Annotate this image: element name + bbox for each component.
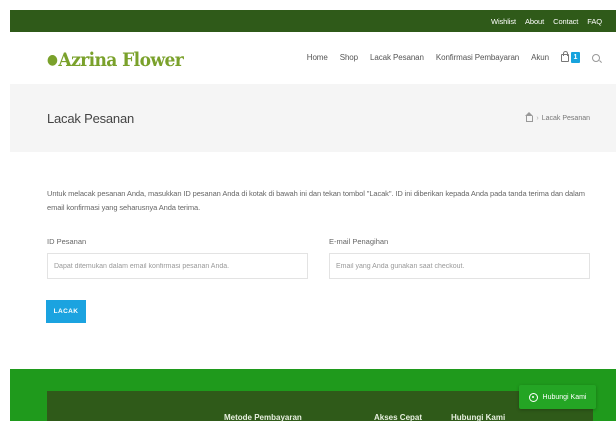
logo-dot-icon: ● — [47, 52, 58, 68]
search-icon[interactable] — [592, 53, 600, 62]
site-header: ●Azrina Flower Home Shop Lacak Pesanan K… — [10, 32, 616, 84]
top-links: Wishlist About Contact FAQ — [491, 10, 602, 32]
main-nav: Home Shop Lacak Pesanan Konfirmasi Pemba… — [307, 50, 600, 63]
nav-shop[interactable]: Shop — [340, 53, 358, 62]
breadcrumb-separator: › — [536, 114, 539, 122]
whatsapp-icon — [528, 392, 538, 402]
cart-button[interactable]: 1 — [561, 50, 580, 63]
intro-text: Untuk melacak pesanan Anda, masukkan ID … — [47, 189, 585, 212]
faq-link[interactable]: FAQ — [587, 17, 602, 26]
nav-lacak-pesanan[interactable]: Lacak Pesanan — [370, 53, 424, 62]
shopping-bag-icon — [561, 50, 569, 62]
nav-konfirmasi-pembayaran[interactable]: Konfirmasi Pembayaran — [436, 53, 519, 62]
nav-home[interactable]: Home — [307, 53, 328, 62]
order-id-label: ID Pesanan — [47, 237, 87, 246]
contact-us-label: Hubungi Kami — [542, 393, 587, 401]
order-id-input[interactable] — [47, 253, 308, 279]
billing-email-input[interactable] — [329, 253, 590, 279]
wishlist-link[interactable]: Wishlist — [491, 17, 516, 26]
top-bar: Wishlist About Contact FAQ — [10, 10, 616, 32]
billing-email-label: E-mail Penagihan — [329, 237, 389, 246]
cart-count-badge: 1 — [571, 52, 580, 63]
about-link[interactable]: About — [525, 17, 544, 26]
order-id-field: ID Pesanan — [47, 237, 308, 279]
nav-akun[interactable]: Akun — [531, 53, 549, 62]
contact-link[interactable]: Contact — [553, 17, 578, 26]
home-icon[interactable] — [525, 112, 534, 122]
breadcrumb: › Lacak Pesanan — [525, 112, 590, 122]
footer-panel: Metode Pembayaran Akses Cepat Hubungi Ka… — [47, 391, 593, 422]
page-title-band: Lacak Pesanan › Lacak Pesanan — [10, 84, 616, 152]
track-button[interactable]: LACAK — [46, 300, 86, 323]
site-logo[interactable]: ●Azrina Flower — [47, 49, 184, 71]
logo-text: Azrina Flower — [58, 49, 184, 71]
breadcrumb-current: Lacak Pesanan — [541, 114, 590, 122]
page-title: Lacak Pesanan — [47, 111, 135, 126]
billing-email-field: E-mail Penagihan — [329, 237, 590, 279]
contact-us-button[interactable]: Hubungi Kami — [519, 385, 596, 409]
